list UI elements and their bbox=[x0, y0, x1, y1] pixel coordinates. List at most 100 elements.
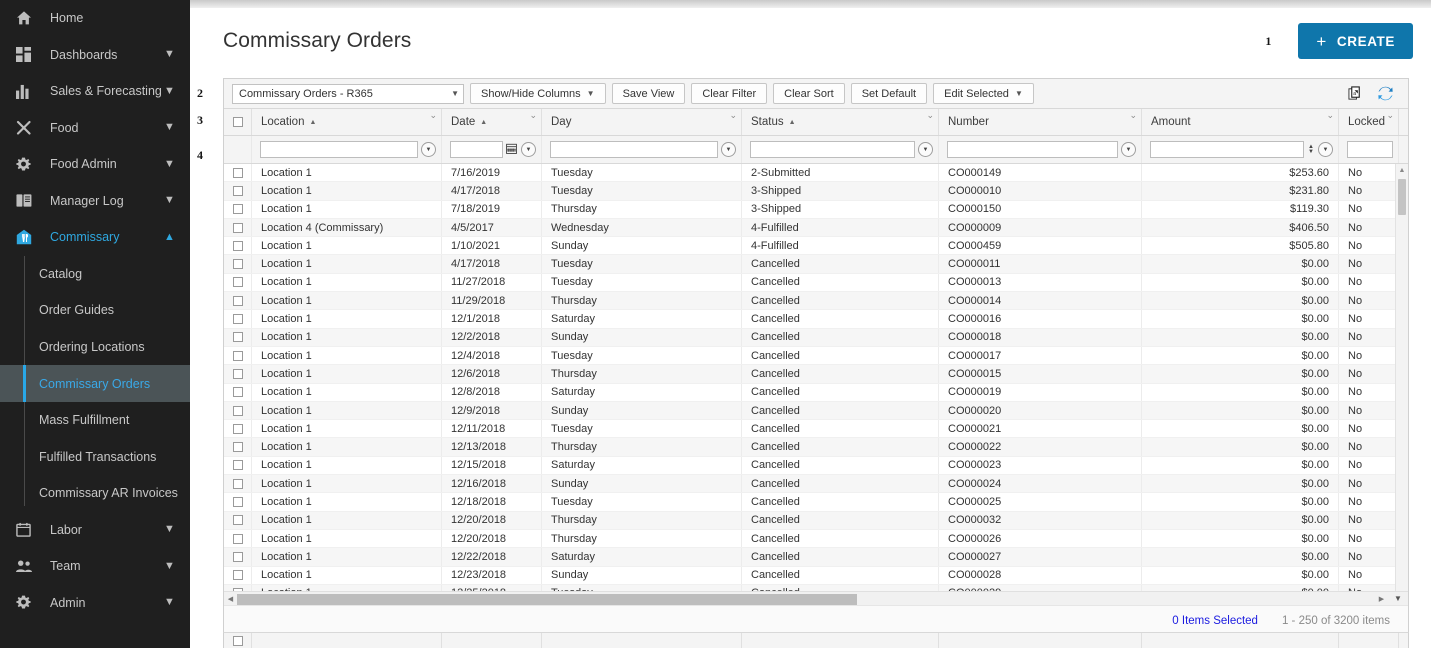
filter-dropdown-date[interactable]: ▼ bbox=[521, 142, 536, 157]
calendar-icon[interactable] bbox=[506, 141, 518, 159]
filter-input-location[interactable] bbox=[260, 141, 418, 158]
table-row[interactable]: Location 1 4/17/2018 Tuesday Cancelled CO000… bbox=[224, 255, 1399, 274]
filter-input-amount[interactable] bbox=[1150, 141, 1304, 158]
row-select-cell[interactable] bbox=[224, 493, 252, 511]
filter-dropdown-location[interactable]: ▼ bbox=[421, 142, 436, 157]
chevron-down-icon[interactable]: ▼ bbox=[164, 560, 176, 572]
items-selected-link[interactable]: 0 Items Selected bbox=[1172, 615, 1258, 627]
row-checkbox[interactable] bbox=[232, 185, 243, 196]
table-row[interactable]: Location 1 12/2/2018 Sunday Cancelled CO0000… bbox=[224, 328, 1399, 347]
row-select-cell[interactable] bbox=[224, 255, 252, 273]
table-row[interactable]: Location 1 12/22/2018 Saturday Cancelled CO0… bbox=[224, 548, 1399, 567]
column-menu-icon[interactable]: ⌄ bbox=[1326, 110, 1334, 121]
horizontal-scroll-thumb[interactable] bbox=[237, 593, 857, 605]
column-menu-icon[interactable]: ⌄ bbox=[729, 110, 737, 121]
filter-input-date[interactable] bbox=[450, 141, 503, 158]
table-row[interactable]: Location 1 12/18/2018 Tuesday Cancelled CO00… bbox=[224, 493, 1399, 512]
row-select-cell[interactable] bbox=[224, 475, 252, 493]
filter-input-day[interactable] bbox=[550, 141, 718, 158]
sidebar-subitem-order-guides[interactable]: Order Guides bbox=[0, 292, 190, 329]
table-row[interactable]: Location 1 12/16/2018 Sunday Cancelled CO000… bbox=[224, 475, 1399, 494]
column-header-number[interactable]: Number ⌄ bbox=[939, 109, 1142, 135]
row-checkbox[interactable] bbox=[232, 368, 243, 379]
filter-input-status[interactable] bbox=[750, 141, 915, 158]
sidebar-subitem-fulfilled-transactions[interactable]: Fulfilled Transactions bbox=[0, 438, 190, 475]
row-checkbox[interactable] bbox=[232, 515, 243, 526]
sidebar-item-manager-log[interactable]: Manager Log ▼ bbox=[0, 183, 190, 220]
table-row[interactable]: Location 4 (Commissary) 4/5/2017 Wednesday… bbox=[224, 218, 1399, 238]
sidebar-item-food-admin[interactable]: Food Admin ▼ bbox=[0, 146, 190, 183]
table-row[interactable]: Location 1 12/6/2018 Thursday Cancelled CO00… bbox=[224, 365, 1399, 384]
row-checkbox[interactable] bbox=[232, 533, 243, 544]
row-select-cell[interactable] bbox=[224, 182, 252, 200]
table-row[interactable]: Location 1 12/8/2018 Saturday Cancelled CO00… bbox=[224, 383, 1399, 402]
horizontal-scroll-track[interactable] bbox=[237, 593, 1375, 605]
clear-filter-button[interactable]: Clear Filter bbox=[691, 83, 768, 104]
scroll-more-icon[interactable]: ▼ bbox=[1388, 594, 1408, 603]
row-checkbox[interactable] bbox=[232, 259, 243, 270]
row-checkbox[interactable] bbox=[232, 460, 243, 471]
table-row[interactable]: Location 1 12/20/2018 Thursday Cancelled CO0… bbox=[224, 529, 1399, 549]
chevron-down-icon[interactable]: ▼ bbox=[164, 158, 176, 170]
sidebar-item-labor[interactable]: Labor ▼ bbox=[0, 512, 190, 549]
row-checkbox[interactable] bbox=[232, 350, 243, 361]
row-select-cell[interactable] bbox=[224, 456, 252, 475]
table-row[interactable]: Location 1 12/20/2018 Thursday Cancelled CO0… bbox=[224, 511, 1399, 530]
table-row[interactable]: Location 1 11/27/2018 Tuesday Cancelled CO00… bbox=[224, 273, 1399, 293]
row-checkbox[interactable] bbox=[232, 423, 243, 434]
table-row[interactable]: Location 1 4/17/2018 Tuesday 3-Shipped CO000… bbox=[224, 182, 1399, 201]
filter-input-number[interactable] bbox=[947, 141, 1118, 158]
row-checkbox[interactable] bbox=[232, 496, 243, 507]
row-checkbox[interactable] bbox=[232, 478, 243, 489]
number-stepper-amount[interactable]: ▲ ▼ bbox=[1307, 144, 1315, 155]
row-checkbox[interactable] bbox=[232, 387, 243, 398]
table-row[interactable]: Location 1 12/9/2018 Sunday Cancelled CO0000… bbox=[224, 401, 1399, 421]
row-checkbox[interactable] bbox=[232, 204, 243, 215]
select-all-checkbox[interactable] bbox=[232, 117, 243, 127]
chevron-down-icon[interactable]: ▼ bbox=[164, 524, 176, 535]
sidebar-item-commissary[interactable]: Commissary ▲ bbox=[0, 219, 190, 256]
column-header-location[interactable]: Location ▲ ⌄ bbox=[252, 109, 442, 135]
row-checkbox[interactable] bbox=[232, 295, 243, 306]
column-header-status[interactable]: Status ▲ ⌄ bbox=[742, 109, 939, 135]
table-row[interactable]: Location 1 12/1/2018 Saturday Cancelled CO00… bbox=[224, 310, 1399, 329]
filter-dropdown-number[interactable]: ▼ bbox=[1121, 142, 1136, 157]
row-checkbox[interactable] bbox=[232, 551, 243, 562]
row-select-cell[interactable] bbox=[224, 420, 252, 438]
column-header-amount[interactable]: Amount ⌄ bbox=[1142, 109, 1339, 135]
clear-sort-button[interactable]: Clear Sort bbox=[773, 83, 845, 104]
row-select-cell[interactable] bbox=[224, 383, 252, 401]
row-select-cell[interactable] bbox=[224, 273, 252, 292]
sidebar-item-team[interactable]: Team ▼ bbox=[0, 548, 190, 585]
filter-input-locked[interactable] bbox=[1347, 141, 1393, 158]
show-hide-columns-button[interactable]: Show/Hide Columns ▼ bbox=[470, 83, 606, 104]
table-row[interactable]: Location 1 11/29/2018 Thursday Cancelled CO0… bbox=[224, 292, 1399, 311]
column-menu-icon[interactable]: ⌄ bbox=[429, 110, 437, 121]
row-checkbox[interactable] bbox=[232, 240, 243, 251]
table-row[interactable]: Location 1 12/23/2018 Sunday Cancelled CO000… bbox=[224, 566, 1399, 585]
row-checkbox[interactable] bbox=[232, 442, 243, 453]
refresh-icon[interactable] bbox=[1377, 85, 1394, 102]
scroll-left-arrow-icon[interactable]: ◀ bbox=[224, 595, 237, 603]
sidebar-item-home[interactable]: Home bbox=[0, 0, 190, 37]
chevron-down-icon[interactable]: ▼ bbox=[164, 195, 176, 206]
set-default-button[interactable]: Set Default bbox=[850, 83, 928, 104]
row-checkbox[interactable] bbox=[232, 222, 243, 233]
save-view-button[interactable]: Save View bbox=[611, 83, 686, 104]
chevron-down-icon[interactable]: ▼ bbox=[164, 597, 176, 608]
table-row[interactable]: Location 1 12/4/2018 Tuesday Cancelled CO000… bbox=[224, 346, 1399, 366]
vertical-scrollbar[interactable]: ▲ bbox=[1395, 164, 1408, 591]
row-checkbox[interactable] bbox=[232, 570, 243, 581]
row-select-cell[interactable] bbox=[224, 164, 252, 182]
sidebar-subitem-mass-fulfillment[interactable]: Mass Fulfillment bbox=[0, 402, 190, 439]
sidebar-subitem-ordering-locations[interactable]: Ordering Locations bbox=[0, 329, 190, 366]
sidebar-item-sales-forecasting[interactable]: Sales & Forecasting ▼ bbox=[0, 73, 190, 110]
table-row[interactable]: Location 1 12/15/2018 Saturday Cancelled CO0… bbox=[224, 456, 1399, 476]
column-menu-icon[interactable]: ⌄ bbox=[1129, 110, 1137, 121]
chevron-down-icon[interactable]: ▼ bbox=[164, 49, 176, 60]
row-select-cell[interactable] bbox=[224, 511, 252, 529]
column-header-day[interactable]: Day ⌄ bbox=[542, 109, 742, 135]
edit-selected-button[interactable]: Edit Selected ▼ bbox=[933, 83, 1034, 104]
row-select-cell[interactable] bbox=[224, 237, 252, 255]
filter-dropdown-status[interactable]: ▼ bbox=[918, 142, 933, 157]
